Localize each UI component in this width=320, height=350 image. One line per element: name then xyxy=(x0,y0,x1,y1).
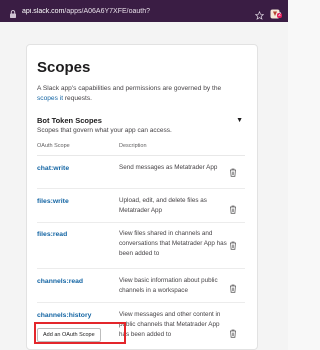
table-row: channels:read View basic information abo… xyxy=(37,269,245,303)
page-title: Scopes xyxy=(37,59,91,76)
scope-name[interactable]: chat:write xyxy=(37,163,119,172)
url-host: api.slack.com xyxy=(22,7,65,15)
scopes-description: A Slack app's capabilities and permissio… xyxy=(37,84,243,104)
scope-description: View messages and other content in publi… xyxy=(119,311,221,338)
table-header: OAuth Scope Description xyxy=(37,143,245,156)
url-field[interactable]: api.slack.com/apps/A06A6Y7XFE/oauth? xyxy=(22,8,255,15)
column-header-description: Description xyxy=(119,143,147,149)
section-subtitle: Scopes that govern what your app can acc… xyxy=(37,127,172,134)
scope-name[interactable]: channels:read xyxy=(37,276,119,285)
table-row: files:write Upload, edit, and delete fil… xyxy=(37,189,245,223)
scopes-link[interactable]: scopes it xyxy=(37,95,63,102)
scope-description: View files shared in channels and conver… xyxy=(119,230,227,257)
trash-icon[interactable] xyxy=(229,280,237,293)
column-header-scope: OAuth Scope xyxy=(37,143,70,149)
section-title: Bot Token Scopes xyxy=(37,116,102,125)
extension-icon[interactable]: 2 xyxy=(270,6,282,19)
trash-icon[interactable] xyxy=(229,164,237,177)
extension-badge: 2 xyxy=(277,12,282,18)
description-text: A Slack app's capabilities and permissio… xyxy=(37,85,222,92)
caret-down-icon[interactable]: ▼ xyxy=(236,117,243,124)
browser-address-bar: api.slack.com/apps/A06A6Y7XFE/oauth? 2 xyxy=(0,0,288,22)
trash-icon[interactable] xyxy=(229,237,237,250)
url-path: /apps/A06A6Y7XFE/oauth? xyxy=(64,7,151,15)
table-row: files:read View files shared in channels… xyxy=(37,223,245,269)
highlight-annotation xyxy=(34,322,126,344)
scope-name[interactable]: files:write xyxy=(37,196,119,205)
scope-description: View basic information about public chan… xyxy=(119,277,218,294)
scope-name[interactable]: channels:history xyxy=(37,310,119,319)
trash-icon[interactable] xyxy=(229,201,237,214)
bot-token-scopes-header[interactable]: Bot Token Scopes ▼ xyxy=(37,116,245,125)
scope-description: Send messages as Metatrader App xyxy=(119,164,218,171)
table-row: chat:write Send messages as Metatrader A… xyxy=(37,156,245,189)
scope-description: Upload, edit, and delete files as Metatr… xyxy=(119,197,207,214)
scopes-card: Scopes A Slack app's capabilities and pe… xyxy=(26,44,258,350)
star-icon[interactable] xyxy=(254,7,265,20)
description-text-end: requests. xyxy=(63,95,92,102)
lock-icon xyxy=(8,6,18,18)
trash-icon[interactable] xyxy=(229,325,237,338)
scope-name[interactable]: files:read xyxy=(37,229,119,238)
